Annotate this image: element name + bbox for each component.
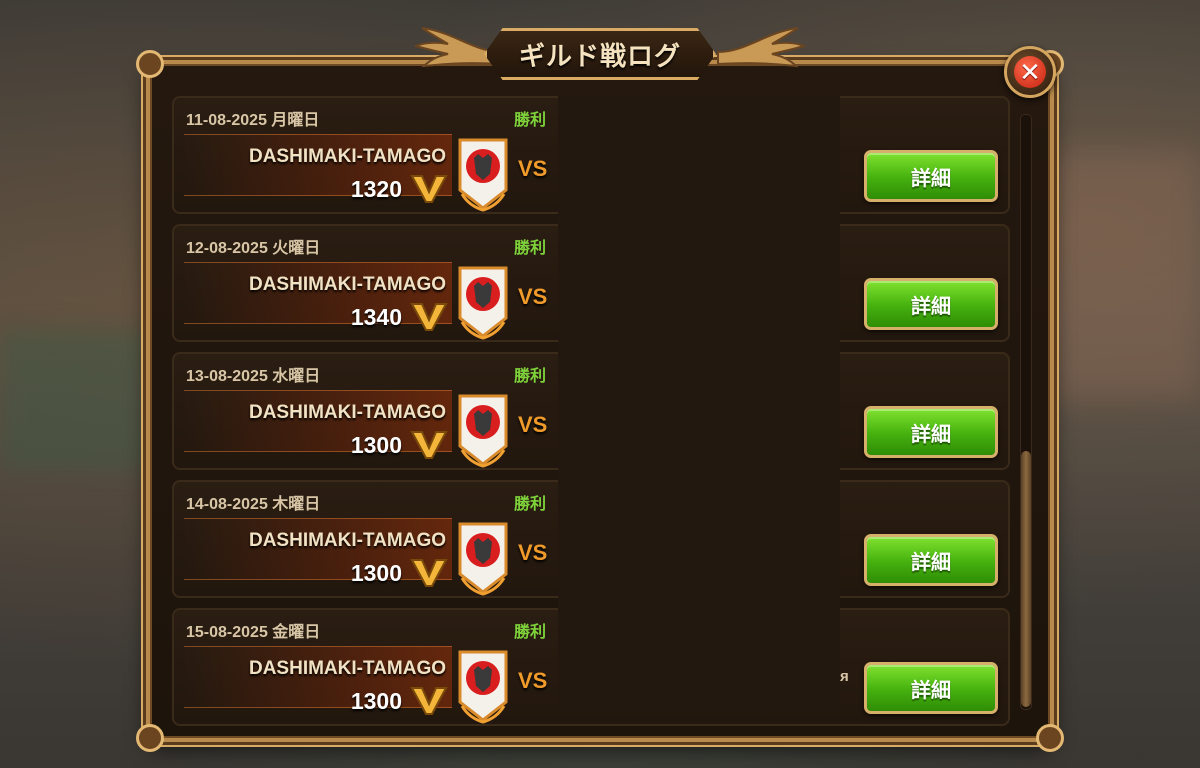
- victory-points-icon: [410, 559, 448, 587]
- redacted-opponent-area: [558, 96, 840, 712]
- vs-label: VS: [518, 156, 548, 181]
- detail-button-label: 詳細: [911, 551, 951, 574]
- detail-button[interactable]: 詳細: [864, 278, 998, 330]
- guild-emblem-icon: [458, 650, 508, 724]
- vs-label: VS: [518, 284, 548, 309]
- frame-corner: [136, 50, 164, 78]
- guild-score: 1300: [350, 432, 402, 458]
- background-blur: [1050, 150, 1200, 400]
- detail-button-label: 詳細: [911, 167, 951, 190]
- vs-label: VS: [518, 668, 548, 693]
- guild-name: DASHIMAKI-TAMAGO: [248, 402, 446, 423]
- close-button[interactable]: ✕: [1004, 46, 1056, 98]
- guild-emblem-icon: [458, 522, 508, 596]
- guild-score: 1320: [350, 176, 402, 202]
- guild-score: 1300: [350, 560, 402, 586]
- detail-button-label: 詳細: [911, 679, 951, 702]
- entry-result: 勝利: [514, 112, 547, 129]
- close-icon: ✕: [1014, 56, 1046, 88]
- scrollbar-thumb[interactable]: [1021, 451, 1031, 707]
- guild-emblem-icon: [458, 138, 508, 212]
- entry-result: 勝利: [514, 368, 547, 385]
- victory-points-icon: [410, 687, 448, 715]
- vs-label: VS: [518, 412, 548, 437]
- vs-label: VS: [518, 540, 548, 565]
- guild-name: DASHIMAKI-TAMAGO: [248, 274, 446, 295]
- entry-result: 勝利: [514, 240, 547, 257]
- wing-ornament-icon: [717, 27, 806, 68]
- detail-button[interactable]: 詳細: [864, 662, 998, 714]
- entry-date: 11-08-2025 月曜日: [186, 112, 320, 129]
- guild-name: DASHIMAKI-TAMAGO: [248, 146, 446, 167]
- detail-button[interactable]: 詳細: [864, 150, 998, 202]
- victory-points-icon: [410, 175, 448, 203]
- detail-button-label: 詳細: [911, 295, 951, 318]
- background-blur: [0, 330, 150, 470]
- scrollbar[interactable]: [1020, 114, 1032, 710]
- guild-emblem-icon: [458, 394, 508, 468]
- victory-points-icon: [410, 431, 448, 459]
- guild-score: 1340: [350, 304, 402, 330]
- dialog-title-plate: ギルド戦ログ: [484, 28, 716, 80]
- entry-result: 勝利: [514, 624, 547, 641]
- frame-corner: [136, 724, 164, 752]
- frame-corner: [1036, 724, 1064, 752]
- guild-name: DASHIMAKI-TAMAGO: [248, 530, 446, 551]
- entry-result: 勝利: [514, 496, 547, 513]
- detail-button[interactable]: 詳細: [864, 534, 998, 586]
- opponent-name: я: [840, 668, 849, 685]
- guild-emblem-icon: [458, 266, 508, 340]
- entry-date: 14-08-2025 木曜日: [186, 496, 321, 513]
- guild-name: DASHIMAKI-TAMAGO: [248, 658, 446, 679]
- entry-date: 13-08-2025 水曜日: [186, 368, 321, 385]
- guild-score: 1300: [350, 688, 402, 714]
- victory-points-icon: [410, 303, 448, 331]
- detail-button[interactable]: 詳細: [864, 406, 998, 458]
- entry-date: 15-08-2025 金曜日: [186, 624, 321, 641]
- detail-button-label: 詳細: [911, 423, 951, 446]
- entry-date: 12-08-2025 火曜日: [186, 240, 321, 257]
- dialog-title: ギルド戦ログ: [518, 40, 681, 71]
